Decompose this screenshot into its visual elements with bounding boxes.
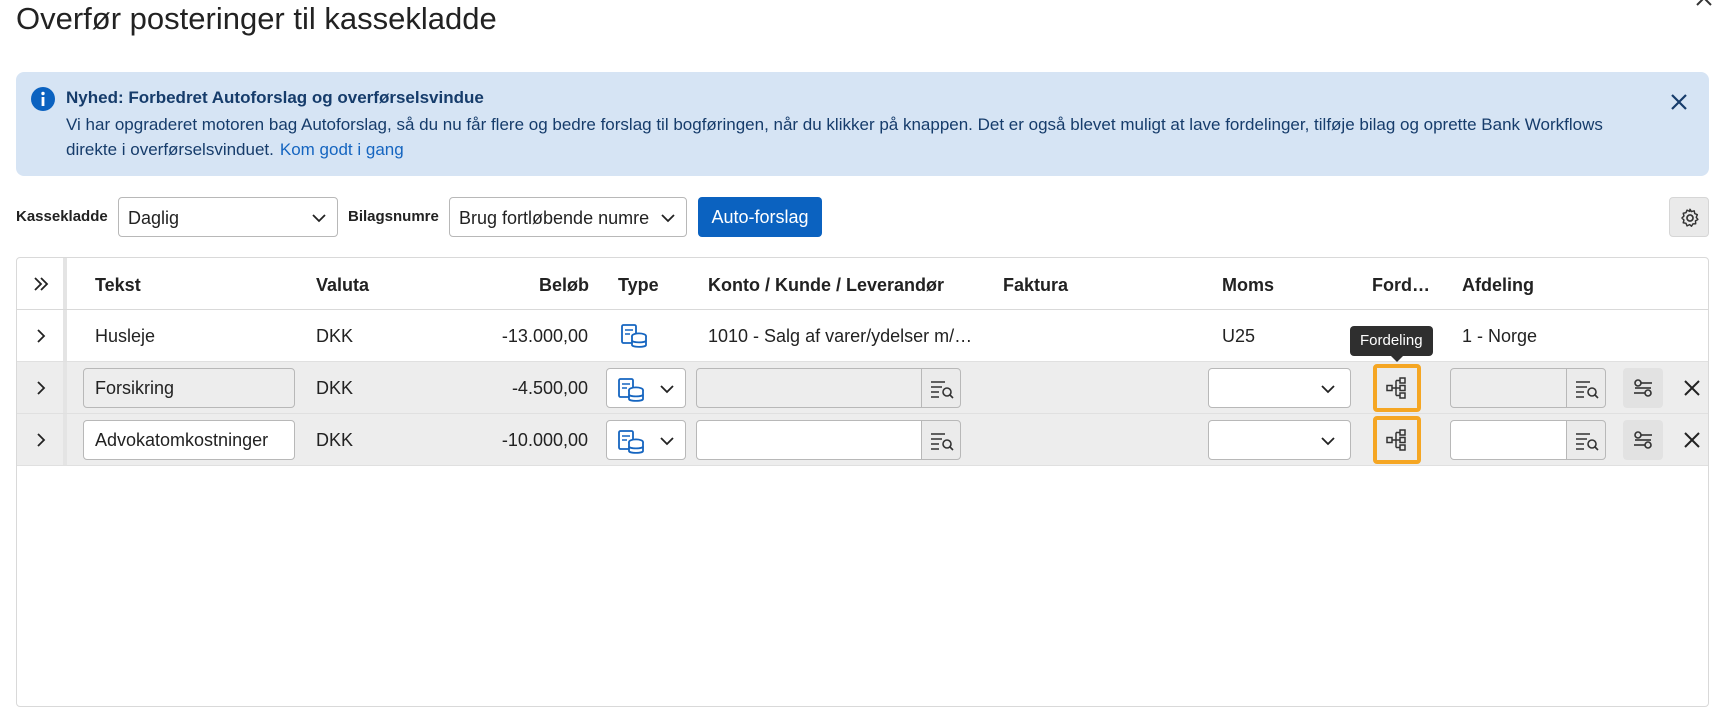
tekst-input[interactable]: Forsikring	[83, 368, 295, 408]
moms-select[interactable]	[1208, 368, 1351, 408]
konto-input[interactable]	[696, 368, 922, 408]
afdeling-lookup-button[interactable]	[1566, 368, 1606, 408]
afdeling-input[interactable]	[1450, 420, 1567, 460]
row-moms: U25	[1222, 326, 1256, 346]
row-valuta: DKK	[316, 430, 354, 450]
page-title: Overfør posteringer til kassekladde	[16, 1, 497, 36]
double-chevron-right-icon[interactable]	[32, 275, 50, 293]
konto-input[interactable]	[696, 420, 922, 460]
banner-title: Nyhed: Forbedret Autoforslag og overførs…	[66, 88, 484, 107]
chevron-down-icon	[1321, 437, 1335, 446]
konto-lookup-button[interactable]	[921, 420, 961, 460]
col-belob: Beløb	[539, 275, 590, 295]
split-tree-icon	[1386, 377, 1406, 399]
close-dialog-icon[interactable]	[1692, 0, 1716, 10]
info-icon	[31, 87, 55, 111]
table-row: Forsikring DKK -4.500,00	[17, 362, 1708, 414]
bilagsnumre-label: Bilagsnumre	[348, 208, 439, 225]
konto-lookup-button[interactable]	[921, 368, 961, 408]
row-valuta: DKK	[316, 378, 354, 398]
afdeling-lookup-button[interactable]	[1566, 420, 1606, 460]
col-type: Type	[618, 275, 659, 295]
col-afdeling: Afdeling	[1462, 275, 1534, 295]
row-belob: -4.500,00	[511, 378, 588, 398]
database-icon	[618, 378, 644, 402]
col-tekst: Tekst	[95, 275, 141, 295]
type-select[interactable]	[606, 420, 686, 460]
bilagsnumre-value: Brug fortløbende numre	[459, 208, 650, 228]
info-banner: Nyhed: Forbedret Autoforslag og overførs…	[16, 72, 1709, 176]
kassekladde-select[interactable]: Daglig	[118, 197, 338, 237]
settings-button[interactable]	[1669, 197, 1709, 237]
list-search-icon	[1576, 433, 1599, 451]
row-afdeling: 1 - Norge	[1462, 326, 1538, 346]
afdeling-input[interactable]	[1450, 368, 1567, 408]
moms-select[interactable]	[1208, 420, 1351, 460]
col-faktura: Faktura	[1003, 275, 1069, 295]
sliders-icon	[1634, 379, 1652, 397]
banner-link[interactable]: Kom godt i gang	[280, 140, 404, 159]
col-konto: Konto / Kunde / Leverandør	[708, 275, 945, 295]
chevron-down-icon	[660, 385, 674, 394]
auto-forslag-button[interactable]: Auto-forslag	[698, 197, 822, 237]
list-search-icon	[931, 381, 954, 399]
gear-icon	[1681, 208, 1699, 227]
row-expand-column	[17, 414, 67, 465]
banner-text: Vi har opgraderet motoren bag Autoforsla…	[66, 115, 1603, 159]
chevron-down-icon	[660, 437, 674, 446]
type-select[interactable]	[606, 368, 686, 408]
delete-row-icon[interactable]	[1682, 430, 1702, 450]
expand-all-column	[17, 258, 67, 309]
chevron-down-icon	[661, 214, 675, 223]
sliders-icon	[1634, 431, 1652, 449]
fordeling-tooltip: Fordeling	[1350, 326, 1433, 362]
chevron-down-icon	[1321, 385, 1335, 394]
database-icon	[618, 430, 644, 454]
list-search-icon	[931, 433, 954, 451]
row-konto: 1010 - Salg af varer/ydelser m/…	[708, 326, 973, 346]
table-header: Tekst Valuta Beløb Type Konto / Kunde / …	[17, 258, 1708, 310]
delete-row-icon[interactable]	[1682, 378, 1702, 398]
chevron-right-icon[interactable]	[32, 327, 50, 345]
chevron-right-icon[interactable]	[32, 379, 50, 397]
row-options-button[interactable]	[1623, 420, 1663, 460]
chevron-right-icon[interactable]	[32, 431, 50, 449]
bilagsnumre-select[interactable]: Brug fortløbende numre	[449, 197, 687, 237]
col-fordeling: Ford…	[1372, 275, 1430, 295]
list-search-icon	[1576, 381, 1599, 399]
tekst-input[interactable]: Advokatomkostninger	[83, 420, 295, 460]
fordeling-button[interactable]	[1373, 364, 1421, 412]
col-moms: Moms	[1222, 275, 1275, 295]
postings-table: Tekst Valuta Beløb Type Konto / Kunde / …	[16, 257, 1709, 707]
row-belob: -13.000,00	[501, 326, 588, 346]
table-row: Husleje DKK -13.000,00 1010 - Salg af va…	[17, 310, 1708, 362]
table-row: Advokatomkostninger DKK -10.000,00	[17, 414, 1708, 466]
row-options-button[interactable]	[1623, 368, 1663, 408]
database-icon	[621, 324, 647, 348]
close-banner-icon[interactable]	[1667, 90, 1691, 114]
row-tekst: Husleje	[95, 326, 156, 346]
row-belob: -10.000,00	[501, 430, 588, 450]
kassekladde-value: Daglig	[128, 208, 180, 228]
kassekladde-label: Kassekladde	[16, 208, 108, 225]
row-expand-column	[17, 362, 67, 413]
chevron-down-icon	[312, 214, 326, 223]
row-valuta: DKK	[316, 326, 354, 346]
split-tree-icon	[1386, 429, 1406, 451]
row-expand-column	[17, 310, 67, 361]
fordeling-button[interactable]	[1373, 416, 1421, 464]
col-valuta: Valuta	[316, 275, 370, 295]
